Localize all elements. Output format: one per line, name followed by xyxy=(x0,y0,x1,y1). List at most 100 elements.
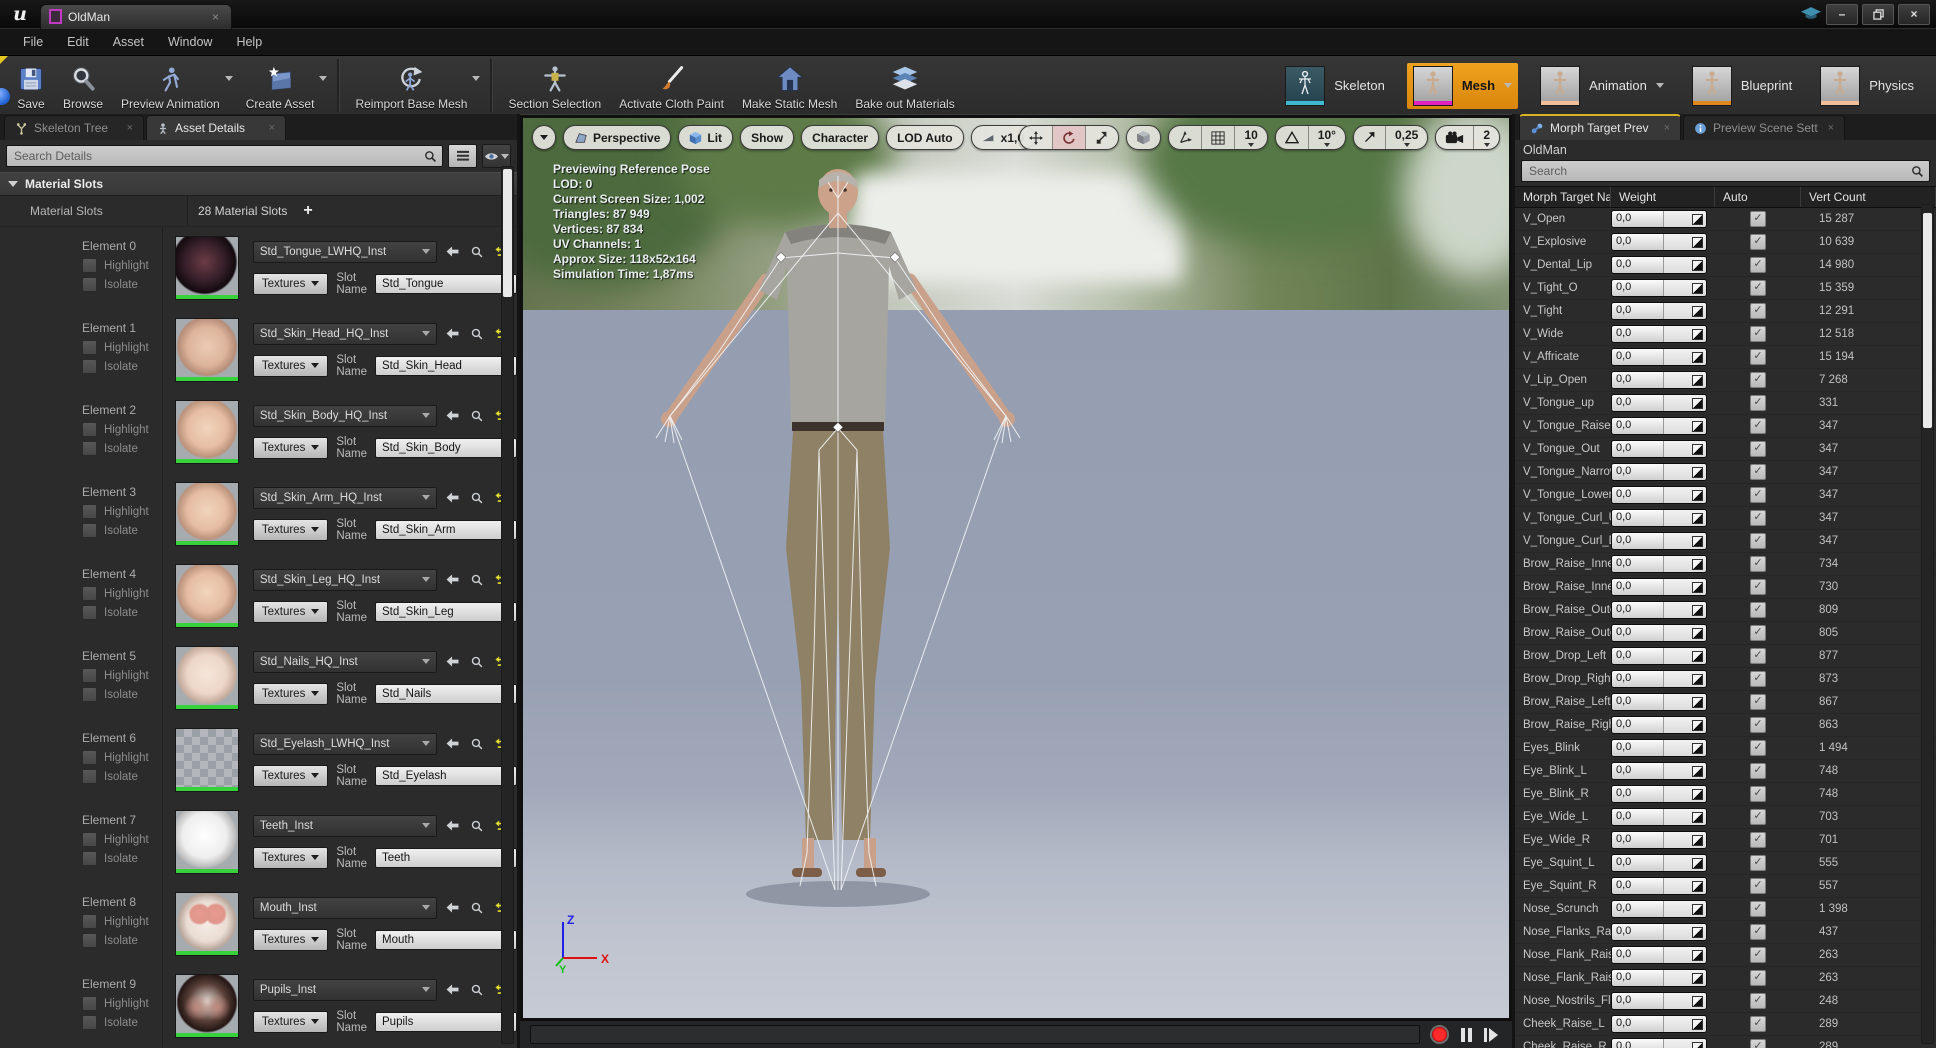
checkbox[interactable] xyxy=(82,933,97,948)
weight-drag-area[interactable] xyxy=(1663,947,1706,963)
auto-checkbox[interactable]: ✓ xyxy=(1750,372,1766,388)
view-options-button[interactable] xyxy=(482,144,511,168)
morph-target-row[interactable]: Nose_Scrunch 0,0 ✓ 1 398 xyxy=(1515,898,1936,921)
viewport-camera-speed-button[interactable] xyxy=(1436,126,1475,149)
viewport-snap-move-button[interactable] xyxy=(1169,126,1203,149)
textures-dropdown[interactable]: Textures xyxy=(252,600,329,623)
viewport-move-button[interactable] xyxy=(1020,126,1054,149)
auto-checkbox[interactable]: ✓ xyxy=(1750,1039,1766,1048)
weight-drag-area[interactable] xyxy=(1663,924,1706,940)
material-thumbnail[interactable] xyxy=(174,728,239,792)
textures-dropdown[interactable]: Textures xyxy=(252,682,329,705)
viewport-character-button[interactable]: Character xyxy=(801,125,880,150)
weight-drag-area[interactable] xyxy=(1663,717,1706,733)
morph-target-row[interactable]: Eye_Wide_L 0,0 ✓ 703 xyxy=(1515,806,1936,829)
weight-spinbox[interactable]: 0,0 xyxy=(1611,371,1707,389)
weight-drag-area[interactable] xyxy=(1663,533,1706,549)
use-selected-asset-button[interactable] xyxy=(445,900,461,916)
auto-checkbox[interactable]: ✓ xyxy=(1750,717,1766,733)
morph-target-row[interactable]: Nose_Nostrils_Fla 0,0 ✓ 248 xyxy=(1515,990,1936,1013)
auto-checkbox[interactable]: ✓ xyxy=(1750,556,1766,572)
checkbox[interactable] xyxy=(82,668,97,683)
weight-spinbox[interactable]: 0,0 xyxy=(1611,739,1707,757)
viewport-perspective-button[interactable]: Perspective xyxy=(563,125,672,150)
slot-name-input[interactable] xyxy=(375,929,517,950)
weight-spinbox[interactable]: 0,0 xyxy=(1611,509,1707,527)
highlight-checkbox[interactable]: Highlight xyxy=(82,504,162,519)
checkbox[interactable] xyxy=(82,832,97,847)
checkbox[interactable] xyxy=(82,359,97,374)
weight-spinbox[interactable]: 0,0 xyxy=(1611,348,1707,366)
morph-target-row[interactable]: Eye_Blink_L 0,0 ✓ 748 xyxy=(1515,760,1936,783)
auto-checkbox[interactable]: ✓ xyxy=(1750,970,1766,986)
pause-button[interactable] xyxy=(1461,1027,1472,1042)
auto-checkbox[interactable]: ✓ xyxy=(1750,671,1766,687)
highlight-checkbox[interactable]: Highlight xyxy=(82,832,162,847)
weight-spinbox[interactable]: 0,0 xyxy=(1611,302,1707,320)
auto-checkbox[interactable]: ✓ xyxy=(1750,418,1766,434)
auto-checkbox[interactable]: ✓ xyxy=(1750,924,1766,940)
morph-target-row[interactable]: Brow_Raise_Left 0,0 ✓ 867 xyxy=(1515,691,1936,714)
checkbox[interactable] xyxy=(82,340,97,355)
weight-spinbox[interactable]: 0,0 xyxy=(1611,946,1707,964)
morph-target-row[interactable]: V_Tongue_Curl_U 0,0 ✓ 347 xyxy=(1515,507,1936,530)
mode-mesh-button[interactable]: Mesh xyxy=(1406,62,1519,109)
use-selected-asset-button[interactable] xyxy=(445,490,461,506)
morph-target-row[interactable]: Cheek_Raise_R 0,0 ✓ 289 xyxy=(1515,1036,1936,1048)
browse-to-asset-button[interactable] xyxy=(469,572,485,588)
auto-checkbox[interactable]: ✓ xyxy=(1750,786,1766,802)
morph-list-scrollbar[interactable] xyxy=(1921,204,1934,1044)
weight-drag-area[interactable] xyxy=(1663,326,1706,342)
tab-close-icon[interactable]: × xyxy=(1828,122,1834,134)
material-thumbnail[interactable] xyxy=(174,236,239,300)
viewport-options-button[interactable] xyxy=(532,125,556,150)
weight-drag-area[interactable] xyxy=(1663,487,1706,503)
material-select-dropdown[interactable]: Pupils_Inst xyxy=(252,978,437,1001)
material-select-dropdown[interactable]: Std_Skin_Arm_HQ_Inst xyxy=(252,486,437,509)
morph-target-row[interactable]: V_Tongue_Curl_D 0,0 ✓ 347 xyxy=(1515,530,1936,553)
slot-name-input[interactable] xyxy=(375,601,517,622)
morph-target-row[interactable]: V_Affricate 0,0 ✓ 15 194 xyxy=(1515,346,1936,369)
auto-checkbox[interactable]: ✓ xyxy=(1750,947,1766,963)
auto-checkbox[interactable]: ✓ xyxy=(1750,441,1766,457)
auto-checkbox[interactable]: ✓ xyxy=(1750,648,1766,664)
weight-spinbox[interactable]: 0,0 xyxy=(1611,854,1707,872)
menu-edit[interactable]: Edit xyxy=(56,31,100,53)
tab-close-icon[interactable]: × xyxy=(212,10,219,24)
weight-drag-area[interactable] xyxy=(1663,855,1706,871)
morph-target-row[interactable]: Eye_Wide_R 0,0 ✓ 701 xyxy=(1515,829,1936,852)
weight-spinbox[interactable]: 0,0 xyxy=(1611,555,1707,573)
weight-spinbox[interactable]: 0,0 xyxy=(1611,440,1707,458)
checkbox[interactable] xyxy=(82,1015,97,1030)
toolbar-reimport-base-mesh-button[interactable]: Reimport Base Mesh xyxy=(346,56,476,115)
checkbox[interactable] xyxy=(82,914,97,929)
use-selected-asset-button[interactable] xyxy=(445,736,461,752)
isolate-checkbox[interactable]: Isolate xyxy=(82,769,162,784)
slot-name-input[interactable] xyxy=(375,519,517,540)
weight-spinbox[interactable]: 0,0 xyxy=(1611,831,1707,849)
use-selected-asset-button[interactable] xyxy=(445,408,461,424)
mode-animation-button[interactable]: Animation xyxy=(1534,63,1670,109)
morph-target-row[interactable]: Brow_Raise_Inner_0,0 ✓ 730 xyxy=(1515,576,1936,599)
morph-target-row[interactable]: Brow_Raise_Outer 0,0 ✓ 809 xyxy=(1515,599,1936,622)
tab-preview-scene-sett[interactable]: Preview Scene Sett × xyxy=(1683,115,1845,140)
checkbox[interactable] xyxy=(82,441,97,456)
material-thumbnail[interactable] xyxy=(174,810,239,874)
toolbar-activate-cloth-paint-button[interactable]: Activate Cloth Paint xyxy=(610,56,733,115)
mode-skeleton-button[interactable]: Skeleton xyxy=(1279,63,1391,109)
weight-spinbox[interactable]: 0,0 xyxy=(1611,647,1707,665)
use-selected-asset-button[interactable] xyxy=(445,982,461,998)
material-select-dropdown[interactable]: Std_Skin_Leg_HQ_Inst xyxy=(252,568,437,591)
browse-to-asset-button[interactable] xyxy=(469,982,485,998)
column-header-auto[interactable]: Auto xyxy=(1715,187,1801,207)
viewport-coord-cube-button[interactable] xyxy=(1127,126,1160,149)
viewport-snap-value[interactable]: 0,25 xyxy=(1386,126,1427,149)
slot-name-input[interactable] xyxy=(375,355,517,376)
checkbox[interactable] xyxy=(82,586,97,601)
material-thumbnail[interactable] xyxy=(174,564,239,628)
weight-spinbox[interactable]: 0,0 xyxy=(1611,486,1707,504)
3d-viewport[interactable]: Perspective Lit Show Character LOD Auto x1,0 … xyxy=(523,118,1509,1018)
tab-morph-target-prev[interactable]: Morph Target Prev × xyxy=(1519,114,1681,140)
weight-drag-area[interactable] xyxy=(1663,441,1706,457)
weight-spinbox[interactable]: 0,0 xyxy=(1611,394,1707,412)
